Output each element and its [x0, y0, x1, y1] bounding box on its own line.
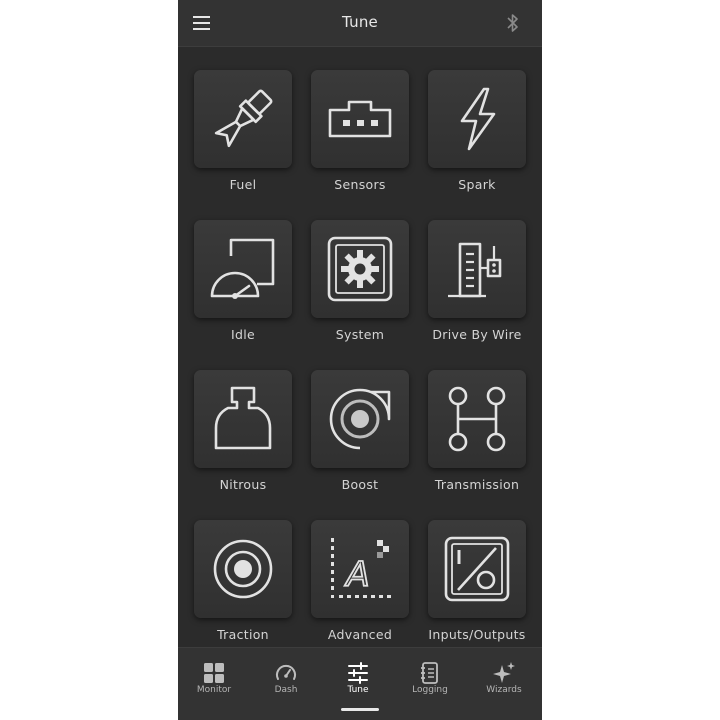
- tune-category-grid: Fuel Sensors Spark Idle System Drive By …: [178, 46, 542, 646]
- tile-nitrous-box[interactable]: [194, 370, 292, 468]
- nav-label: Dash: [274, 685, 298, 695]
- tile-label: Boost: [341, 477, 379, 492]
- nav-label: Logging: [412, 685, 448, 695]
- tile-label: System: [335, 327, 385, 342]
- tile-nitrous[interactable]: Nitrous: [178, 370, 296, 510]
- tile-label: Inputs/Outputs: [428, 627, 526, 642]
- throttle-body-icon: [448, 242, 502, 298]
- wizards-sparkle-icon: [493, 662, 515, 683]
- nitrous-bottle-icon: [214, 386, 272, 450]
- tile-label: Fuel: [229, 177, 257, 192]
- lightning-bolt-icon: [460, 87, 496, 151]
- bluetooth-icon: [507, 14, 518, 32]
- nav-logging[interactable]: Logging: [394, 648, 466, 708]
- tile-traction-box[interactable]: [194, 520, 292, 618]
- tile-drive-by-wire-box[interactable]: [428, 220, 526, 318]
- tile-fuel[interactable]: Fuel: [178, 70, 296, 210]
- tile-label: Nitrous: [219, 477, 267, 492]
- bluetooth-button[interactable]: [506, 12, 520, 34]
- tile-sensors[interactable]: Sensors: [295, 70, 413, 210]
- nav-label: Monitor: [196, 685, 232, 695]
- nav-tune[interactable]: Tune: [322, 648, 394, 708]
- tile-label: Sensors: [334, 177, 386, 192]
- tile-advanced[interactable]: A Advanced: [295, 520, 413, 660]
- tile-idle-box[interactable]: [194, 220, 292, 318]
- tile-advanced-box[interactable]: A: [311, 520, 409, 618]
- tile-boost-box[interactable]: [311, 370, 409, 468]
- tile-label: Idle: [231, 327, 255, 342]
- tile-sensors-box[interactable]: [311, 70, 409, 168]
- traction-target-icon: [213, 539, 273, 599]
- nav-monitor[interactable]: Monitor: [178, 648, 250, 708]
- monitor-grid-icon: [204, 663, 224, 683]
- top-app-bar: Tune: [178, 0, 542, 47]
- home-indicator: [341, 708, 379, 711]
- tile-label: Drive By Wire: [432, 327, 522, 342]
- nav-label: Wizards: [486, 685, 522, 695]
- inputs-outputs-icon: [444, 536, 510, 602]
- tile-label: Traction: [217, 627, 269, 642]
- tile-transmission-box[interactable]: [428, 370, 526, 468]
- logging-notebook-icon: [421, 662, 438, 684]
- nav-wizards[interactable]: Wizards: [468, 648, 540, 708]
- idle-gauge-icon: [210, 238, 275, 299]
- tile-system-box[interactable]: [311, 220, 409, 318]
- page-title: Tune: [342, 13, 378, 31]
- nav-label: Tune: [347, 685, 369, 695]
- fuel-injector-icon: [214, 89, 273, 148]
- turbo-icon: [329, 388, 391, 450]
- tile-label: Transmission: [434, 477, 520, 492]
- tile-traction[interactable]: Traction: [178, 520, 296, 660]
- tune-sliders-icon: [348, 662, 368, 684]
- svg-text:A: A: [344, 555, 369, 595]
- bottom-navigation: Monitor Dash Tune Logging Wizards: [178, 647, 542, 720]
- tile-spark-box[interactable]: [428, 70, 526, 168]
- system-gear-icon: [327, 236, 393, 302]
- tile-transmission[interactable]: Transmission: [412, 370, 530, 510]
- tile-spark[interactable]: Spark: [412, 70, 530, 210]
- tile-system[interactable]: System: [295, 220, 413, 360]
- sensor-connector-icon: [328, 100, 392, 138]
- shifter-pattern-icon: [448, 386, 506, 452]
- nav-dash[interactable]: Dash: [250, 648, 322, 708]
- tile-drive-by-wire[interactable]: Drive By Wire: [412, 220, 530, 360]
- tile-label: Spark: [458, 177, 496, 192]
- phone-screen: Tune Fuel Sensors Spark Idle System Driv…: [178, 0, 542, 720]
- tile-boost[interactable]: Boost: [295, 370, 413, 510]
- advanced-chart-icon: A: [331, 538, 391, 598]
- tile-inputs-outputs[interactable]: Inputs/Outputs: [412, 520, 530, 660]
- dash-gauge-icon: [276, 664, 296, 680]
- tile-label: Advanced: [327, 627, 393, 642]
- tile-fuel-box[interactable]: [194, 70, 292, 168]
- tile-idle[interactable]: Idle: [178, 220, 296, 360]
- tile-inputs-outputs-box[interactable]: [428, 520, 526, 618]
